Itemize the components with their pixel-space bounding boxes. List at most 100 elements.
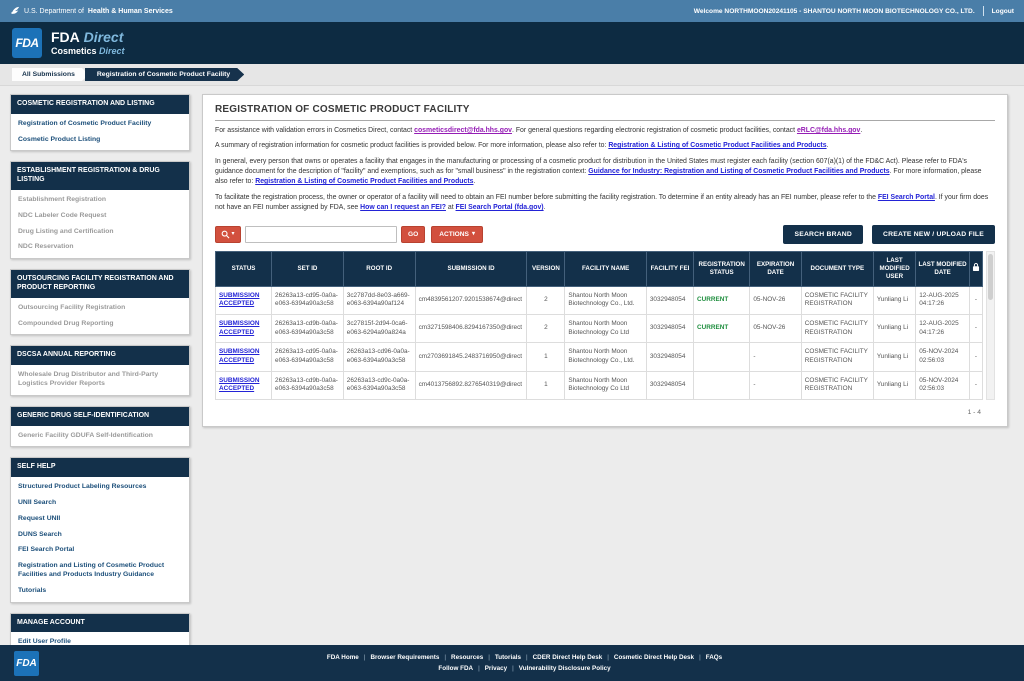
sidebar-item-spl-resources[interactable]: Structured Product Labeling Resources [11, 477, 189, 493]
registration-listing-link[interactable]: Registration & Listing of Cosmetic Produ… [608, 142, 826, 149]
text: . [473, 178, 475, 185]
sidebar-item-duns-search[interactable]: DUNS Search [11, 525, 189, 541]
footer-link-vulnerability-disclosure-policy[interactable]: Vulnerability Disclosure Policy [519, 665, 611, 672]
col-facility-name[interactable]: FACILITY NAME [565, 251, 647, 286]
section-title: DSCSA ANNUAL REPORTING [11, 346, 189, 365]
footer-link-cder-direct-help-desk[interactable]: CDER Direct Help Desk [533, 654, 603, 661]
intro-paragraph-2: A summary of registration information fo… [215, 141, 995, 151]
utility-bar: U.S. Department of Health & Human Servic… [0, 0, 1024, 22]
col-facility-fei[interactable]: FACILITY FEI [646, 251, 693, 286]
table-row: SUBMISSION ACCEPTED 26263a13-cd95-0a0a-e… [216, 286, 983, 314]
sidebar-item-request-unii[interactable]: Request UNII [11, 509, 189, 525]
submissions-table: STATUS SET ID ROOT ID SUBMISSION ID VERS… [215, 251, 983, 400]
brand-header: FDA FDA Direct Cosmetics Direct [0, 22, 1024, 64]
facility-fei-cell: 3032948054 [646, 343, 693, 371]
root-id-cell: 26263a13-cd96-0a0a-e063-6394a90a3c58 [343, 343, 415, 371]
lock-cell: - [969, 286, 982, 314]
sidebar-section-establishment-registration: ESTABLISHMENT REGISTRATION & DRUG LISTIN… [10, 161, 190, 259]
guidance-for-industry-link[interactable]: Guidance for Industry: Registration and … [588, 168, 889, 175]
facility-name-cell: Shantou North Moon Biotechnology Co Ltd [565, 314, 647, 342]
search-icon [221, 230, 230, 239]
fei-search-portal-link[interactable]: FEI Search Portal [878, 194, 935, 201]
search-menu-button[interactable]: ▾ [215, 226, 241, 243]
col-last-modified-user[interactable]: LAST MODIFIED USER [873, 251, 915, 286]
root-id-cell: 26263a13-cd9c-0a0a-e063-6394a90a3c58 [343, 371, 415, 399]
col-version[interactable]: VERSION [527, 251, 565, 286]
hhs-department: U.S. Department of Health & Human Servic… [10, 6, 173, 16]
col-expiration-date[interactable]: EXPIRATION DATE [750, 251, 801, 286]
actions-button[interactable]: ACTIONS ▾ [431, 226, 483, 243]
footer-link-resources[interactable]: Resources [451, 654, 483, 661]
go-button[interactable]: GO [401, 226, 425, 243]
lock-cell: - [969, 314, 982, 342]
footer-link-fda-home[interactable]: FDA Home [327, 654, 359, 661]
table-header-row: STATUS SET ID ROOT ID SUBMISSION ID VERS… [216, 251, 983, 286]
submission-id-cell: cm2703691845.2483716950@direct [415, 343, 527, 371]
document-type-cell: COSMETIC FACILITY REGISTRATION [801, 314, 873, 342]
footer-link-privacy[interactable]: Privacy [485, 665, 507, 672]
breadcrumb-all-submissions[interactable]: All Submissions [12, 68, 89, 81]
dept-name: Health & Human Services [88, 8, 173, 15]
facility-fei-cell: 3032948054 [646, 286, 693, 314]
sidebar-section-generic-drug-self-identification: GENERIC DRUG SELF-IDENTIFICATION Generic… [10, 406, 190, 448]
submission-status-link[interactable]: SUBMISSION ACCEPTED [219, 348, 259, 364]
document-type-cell: COSMETIC FACILITY REGISTRATION [801, 286, 873, 314]
col-status[interactable]: STATUS [216, 251, 272, 286]
logout-button[interactable]: Logout [992, 8, 1014, 15]
cosmeticsdirect-email-link[interactable]: cosmeticsdirect@fda.hhs.gov [414, 127, 512, 134]
table-scrollbar[interactable] [986, 251, 995, 400]
submission-status-link[interactable]: SUBMISSION ACCEPTED [219, 377, 259, 393]
footer: FDA FDA Home| Browser Requirements| Reso… [0, 645, 1024, 681]
how-request-fei-link[interactable]: How can I request an FEI? [360, 204, 446, 211]
facility-fei-cell: 3032948054 [646, 314, 693, 342]
section-title: ESTABLISHMENT REGISTRATION & DRUG LISTIN… [11, 162, 189, 190]
scrollbar-thumb[interactable] [988, 254, 993, 300]
lock-cell: - [969, 371, 982, 399]
submission-id-cell: cm4839561207.9201538674@direct [415, 286, 527, 314]
footer-link-follow-fda[interactable]: Follow FDA [438, 665, 473, 672]
submission-id-cell: cm4013756892.8276540319@direct [415, 371, 527, 399]
document-type-cell: COSMETIC FACILITY REGISTRATION [801, 371, 873, 399]
sidebar-item-industry-guidance[interactable]: Registration and Listing of Cosmetic Pro… [11, 556, 189, 581]
sidebar-item-cosmetic-product-listing[interactable]: Cosmetic Product Listing [11, 130, 189, 146]
sidebar-item-outsourcing-facility-registration: Outsourcing Facility Registration [11, 298, 189, 314]
sidebar-item-fei-search-portal[interactable]: FEI Search Portal [11, 540, 189, 556]
fda-logo: FDA [12, 28, 42, 58]
lock-icon [972, 262, 980, 272]
col-submission-id[interactable]: SUBMISSION ID [415, 251, 527, 286]
page-title: REGISTRATION OF COSMETIC PRODUCT FACILIT… [215, 104, 995, 121]
chevron-down-icon: ▾ [231, 231, 234, 237]
set-id-cell: 26263a13-cd95-0a0a-e063-6394a90a3c58 [272, 343, 344, 371]
actions-label: ACTIONS [439, 231, 469, 238]
col-last-modified-date[interactable]: LAST MODIFIED DATE [916, 251, 970, 286]
fda-footer-logo: FDA [14, 651, 39, 676]
registration-listing-link-2[interactable]: Registration & Listing of Cosmetic Produ… [255, 178, 473, 185]
expiration-date-cell: - [750, 343, 801, 371]
create-new-upload-file-button[interactable]: CREATE NEW / UPLOAD FILE [872, 225, 995, 244]
sidebar-item-edit-user-profile[interactable]: Edit User Profile [11, 632, 189, 645]
sidebar-item-tutorials[interactable]: Tutorials [11, 581, 189, 597]
footer-link-cosmetic-direct-help-desk[interactable]: Cosmetic Direct Help Desk [614, 654, 694, 661]
intro-paragraph-1: For assistance with validation errors in… [215, 126, 995, 136]
fei-search-portal-fda-gov-link[interactable]: FEI Search Portal (fda.gov) [456, 204, 544, 211]
col-registration-status[interactable]: REGISTRATION STATUS [694, 251, 750, 286]
col-document-type[interactable]: DOCUMENT TYPE [801, 251, 873, 286]
col-root-id[interactable]: ROOT ID [343, 251, 415, 286]
search-brand-button[interactable]: SEARCH BRAND [783, 225, 863, 244]
sidebar-item-unii-search[interactable]: UNII Search [11, 493, 189, 509]
footer-link-tutorials[interactable]: Tutorials [495, 654, 521, 661]
footer-link-faqs[interactable]: FAQs [706, 654, 722, 661]
table-row: SUBMISSION ACCEPTED 26263a13-cd9b-0a0a-e… [216, 314, 983, 342]
version-cell: 2 [527, 286, 565, 314]
sidebar-section-outsourcing-facility: OUTSOURCING FACILITY REGISTRATION AND PR… [10, 269, 190, 335]
col-set-id[interactable]: SET ID [272, 251, 344, 286]
footer-link-browser-requirements[interactable]: Browser Requirements [370, 654, 439, 661]
sidebar-item-establishment-registration: Establishment Registration [11, 190, 189, 206]
last-modified-date-cell: 05-NOV-2024 02:56:03 [916, 343, 970, 371]
search-input[interactable] [245, 226, 397, 243]
submission-status-link[interactable]: SUBMISSION ACCEPTED [219, 292, 259, 308]
sidebar-item-registration-of-cosmetic-product-facility[interactable]: Registration of Cosmetic Product Facilit… [11, 114, 189, 130]
submission-status-link[interactable]: SUBMISSION ACCEPTED [219, 320, 259, 336]
root-id-cell: 3c27815f-2d94-0ca6-e063-6294a90a824a [343, 314, 415, 342]
erlc-email-link[interactable]: eRLC@fda.hhs.gov [797, 127, 860, 134]
